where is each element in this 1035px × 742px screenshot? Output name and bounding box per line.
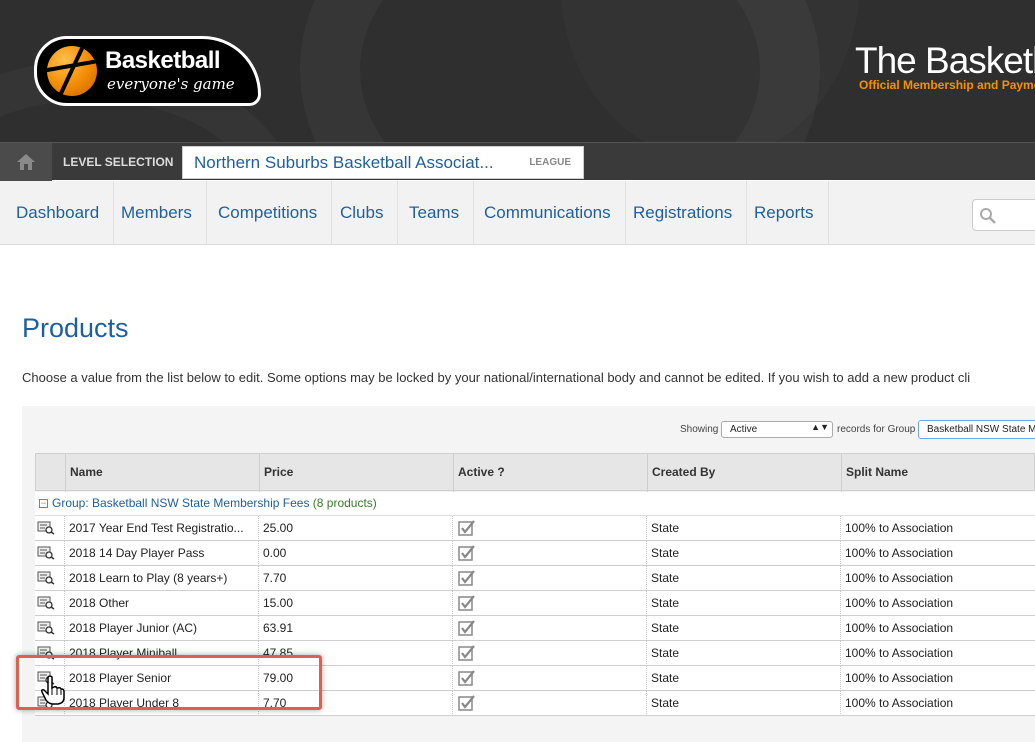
column-header-name[interactable]: Name: [65, 454, 259, 492]
select-arrows-icon: ▲▼: [811, 422, 829, 432]
active-check-icon: [458, 644, 476, 666]
product-created-by: State: [646, 641, 840, 666]
product-price: 63.91: [258, 616, 452, 641]
group-label: Group: Basketball NSW State Membership F…: [52, 496, 310, 510]
active-cell: [452, 666, 646, 691]
hand-cursor-icon: [41, 675, 65, 705]
basketball-logo[interactable]: Basketball everyone's game: [34, 36, 261, 106]
home-button[interactable]: [0, 143, 52, 181]
nav-registrations[interactable]: Registrations: [619, 181, 748, 245]
column-header-split-name[interactable]: Split Name: [841, 454, 1035, 492]
group-row[interactable]: − Group: Basketball NSW State Membership…: [35, 492, 1035, 516]
level-selection-label: LEVEL SELECTION: [63, 155, 174, 169]
nav-communications[interactable]: Communications: [470, 181, 626, 245]
edit-record-icon[interactable]: [37, 596, 55, 615]
status-filter-value: Active: [730, 424, 758, 435]
column-header-active[interactable]: Active ?: [453, 454, 647, 492]
edit-record-icon[interactable]: [37, 621, 55, 640]
records-label: records for Group: [837, 424, 916, 435]
table-row[interactable]: 2018 Learn to Play (8 years+) 7.70 State 10…: [35, 566, 1035, 591]
level-selector[interactable]: Northern Suburbs Basketball Associat... …: [182, 146, 584, 179]
active-cell: [452, 691, 646, 716]
showing-label: Showing: [680, 424, 719, 435]
page-title: Products: [22, 313, 129, 343]
active-cell: [452, 541, 646, 566]
table-row[interactable]: 2017 Year End Test Registratio... 25.00 St…: [35, 516, 1035, 541]
product-price: 0.00: [258, 541, 452, 566]
active-check-icon: [458, 669, 476, 691]
product-created-by: State: [646, 616, 840, 641]
product-created-by: State: [646, 666, 840, 691]
edit-record-icon[interactable]: [37, 546, 55, 565]
product-split-name: 100% to Association: [840, 641, 1035, 666]
nav-dashboard[interactable]: Dashboard: [2, 181, 115, 245]
header-action-column: [36, 454, 65, 492]
active-check-icon: [458, 619, 476, 641]
active-cell: [452, 641, 646, 666]
active-check-icon: [458, 594, 476, 616]
logo-tagline: everyone's game: [107, 75, 235, 93]
logo-word: Basketball: [105, 47, 221, 74]
table-row[interactable]: 2018 Player Junior (AC) 63.91 State 100% to…: [35, 616, 1035, 641]
active-check-icon: [458, 519, 476, 541]
level-badge: LEAGUE: [529, 157, 571, 168]
product-name: 2017 Year End Test Registratio...: [64, 516, 258, 541]
product-name: 2018 Player Junior (AC): [64, 616, 258, 641]
active-check-icon: [458, 694, 476, 716]
product-created-by: State: [646, 541, 840, 566]
table-row[interactable]: 2018 Other 15.00 State 100% to Association: [35, 591, 1035, 616]
home-icon: [17, 154, 35, 170]
active-cell: [452, 566, 646, 591]
organisation-name: Northern Suburbs Basketball Associat...: [194, 153, 494, 172]
main-nav: Dashboard Members Competitions Clubs Tea…: [0, 181, 1035, 245]
nav-competitions[interactable]: Competitions: [204, 181, 333, 245]
product-split-name: 100% to Association: [840, 666, 1035, 691]
nav-clubs[interactable]: Clubs: [326, 181, 399, 245]
search-icon: [980, 208, 996, 224]
table-header: Name Price Active ? Created By Split Nam…: [35, 453, 1035, 492]
site-header: Basketball everyone's game The Basketb O…: [0, 0, 1035, 142]
group-filter-select[interactable]: Basketball NSW State M: [918, 420, 1035, 439]
active-cell: [452, 516, 646, 541]
search-input[interactable]: [972, 199, 1035, 231]
product-name: 2018 Learn to Play (8 years+): [64, 566, 258, 591]
product-split-name: 100% to Association: [840, 566, 1035, 591]
product-created-by: State: [646, 516, 840, 541]
product-split-name: 100% to Association: [840, 516, 1035, 541]
product-split-name: 100% to Association: [840, 616, 1035, 641]
active-cell: [452, 591, 646, 616]
product-name: 2018 14 Day Player Pass: [64, 541, 258, 566]
column-header-price[interactable]: Price: [259, 454, 453, 492]
status-filter-select[interactable]: Active ▲▼: [721, 421, 833, 438]
edit-record-icon[interactable]: [37, 521, 55, 540]
basketball-icon: [47, 46, 97, 96]
product-created-by: State: [646, 691, 840, 716]
product-split-name: 100% to Association: [840, 541, 1035, 566]
product-created-by: State: [646, 566, 840, 591]
collapse-icon[interactable]: −: [39, 499, 48, 508]
column-header-created-by[interactable]: Created By: [647, 454, 841, 492]
product-price: 25.00: [258, 516, 452, 541]
nav-members[interactable]: Members: [107, 181, 207, 245]
product-price: 7.70: [258, 566, 452, 591]
nav-teams[interactable]: Teams: [395, 181, 475, 245]
product-price: 15.00: [258, 591, 452, 616]
page-intro: Choose a value from the list below to ed…: [22, 370, 971, 385]
edit-record-icon[interactable]: [37, 571, 55, 590]
group-count: (8 products): [312, 496, 377, 510]
table-row[interactable]: 2018 14 Day Player Pass 0.00 State 100% to …: [35, 541, 1035, 566]
active-cell: [452, 616, 646, 641]
nav-reports[interactable]: Reports: [740, 181, 829, 245]
active-check-icon: [458, 544, 476, 566]
active-check-icon: [458, 569, 476, 591]
product-created-by: State: [646, 591, 840, 616]
level-selection-bar: LEVEL SELECTION Northern Suburbs Basketb…: [0, 142, 1035, 181]
brand-title: The Basketb: [855, 40, 1035, 81]
brand-subtitle: Official Membership and Paymen: [859, 78, 1035, 92]
product-split-name: 100% to Association: [840, 591, 1035, 616]
product-name: 2018 Other: [64, 591, 258, 616]
product-split-name: 100% to Association: [840, 691, 1035, 716]
